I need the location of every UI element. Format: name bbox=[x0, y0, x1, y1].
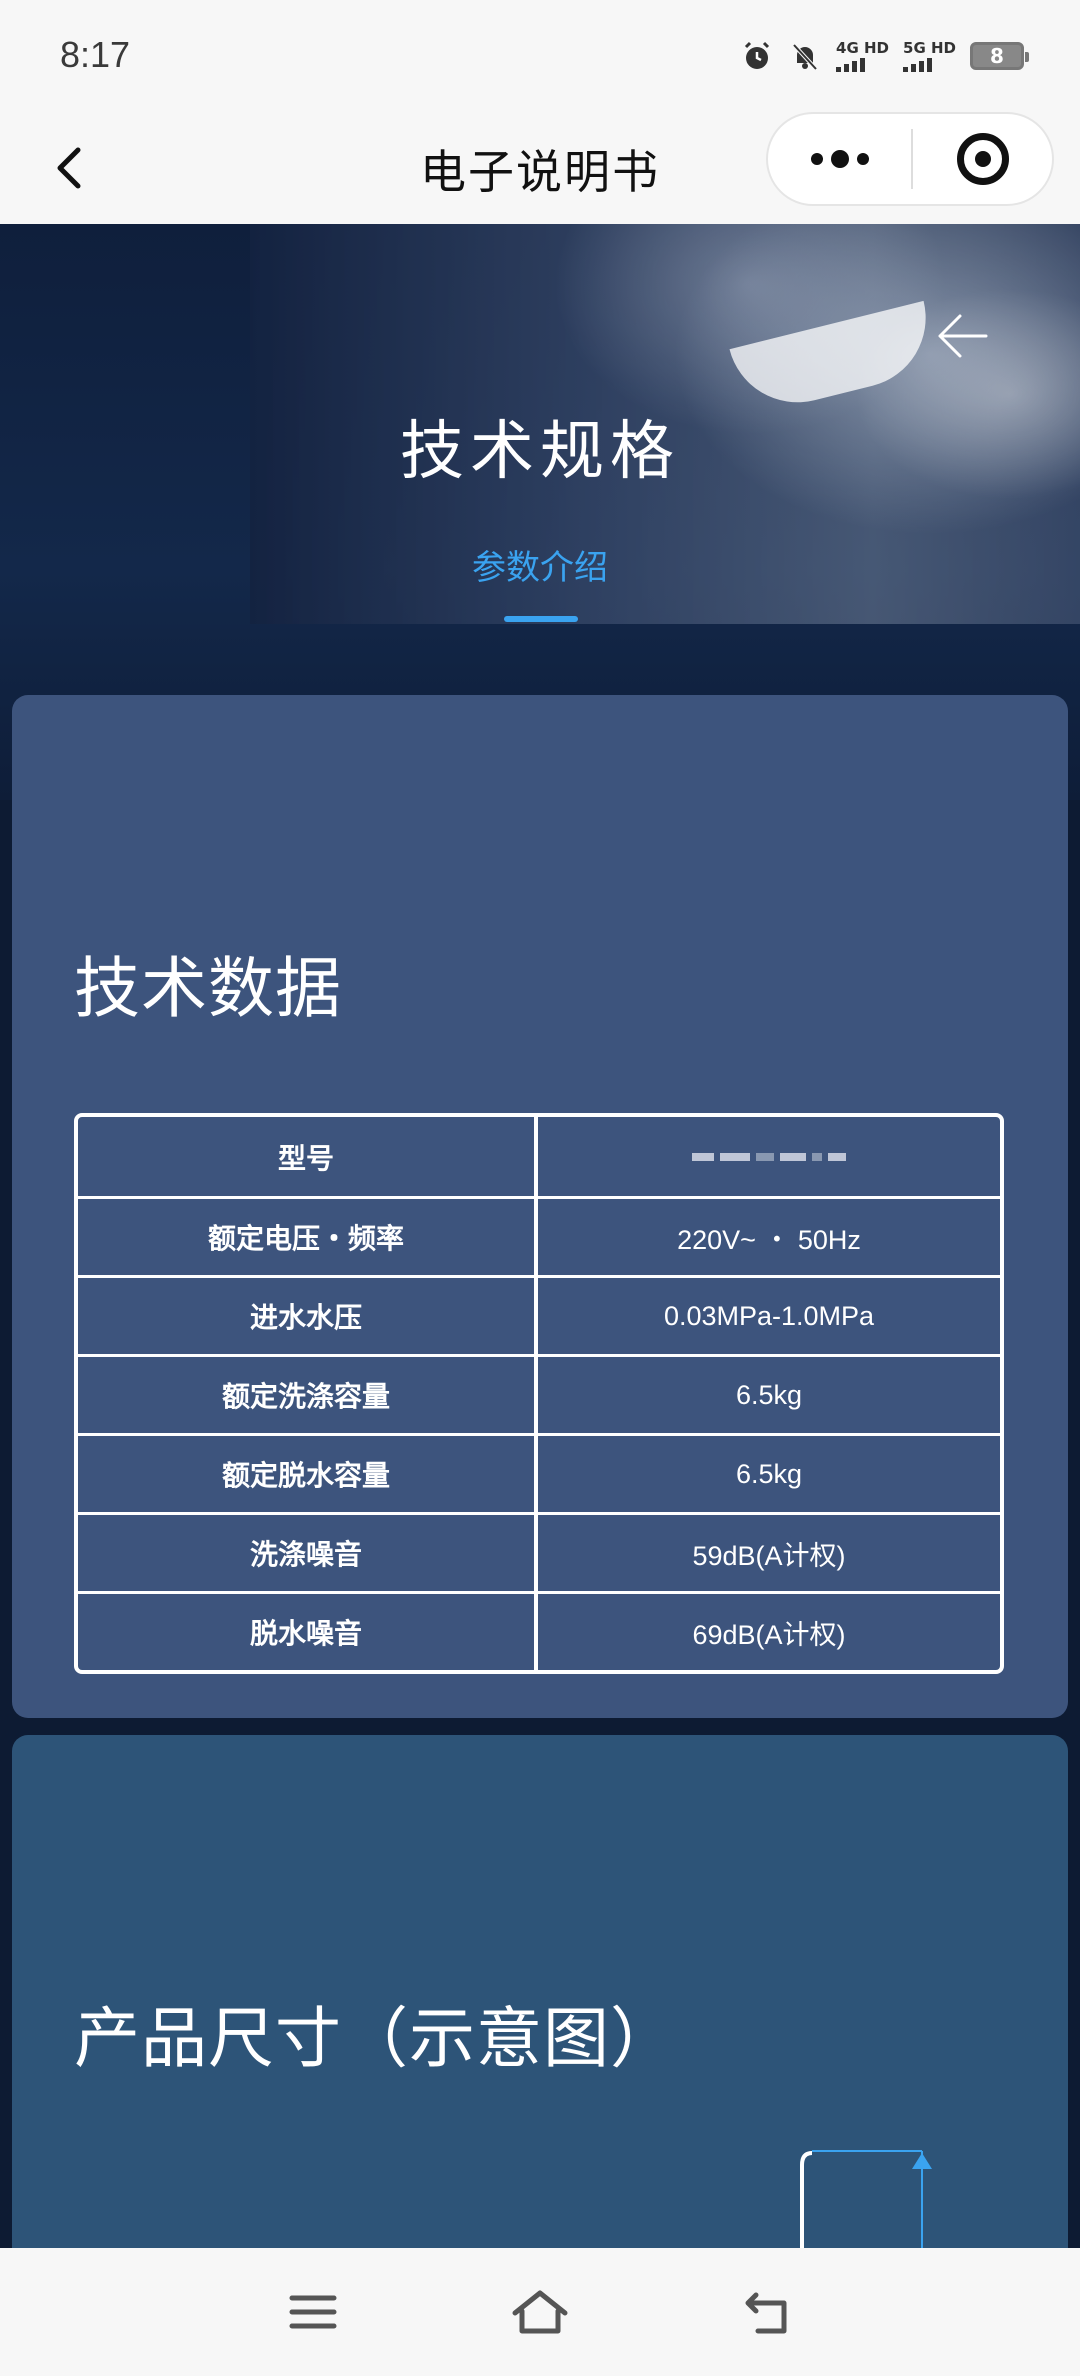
alarm-icon bbox=[744, 41, 770, 69]
spec-value: 220V~ ・ 50Hz bbox=[677, 1224, 861, 1255]
signal-bars-icon bbox=[836, 56, 866, 72]
status-time: 8:17 bbox=[60, 34, 131, 75]
spec-value: 6.5kg bbox=[735, 1458, 803, 1489]
return-button[interactable] bbox=[732, 2277, 802, 2347]
spec-label: 型号 bbox=[78, 1117, 538, 1196]
spec-label: 脱水噪音 bbox=[78, 1594, 538, 1670]
tab-params[interactable]: 参数介绍 bbox=[0, 540, 1080, 589]
return-icon bbox=[745, 2292, 787, 2334]
table-row: 额定洗涤容量 6.5kg bbox=[78, 1354, 1000, 1433]
battery-icon: 8 bbox=[970, 42, 1029, 70]
table-row: 型号 bbox=[78, 1117, 1000, 1196]
spec-value: 69dB(A计权) bbox=[692, 1619, 846, 1650]
spec-value: 59dB(A计权) bbox=[692, 1540, 846, 1571]
redacted-model-value bbox=[692, 1147, 846, 1167]
spec-table: 型号 额定电压・频率 220V~ ・ 50Hz 进水水压 0.03MPa-1.0… bbox=[74, 1113, 1004, 1674]
signal-bars-icon bbox=[903, 56, 933, 72]
table-row: 进水水压 0.03MPa-1.0MPa bbox=[78, 1275, 1000, 1354]
miniprogram-capsule bbox=[766, 112, 1054, 206]
spec-value: 0.03MPa-1.0MPa bbox=[663, 1300, 875, 1331]
tab-params-underline bbox=[504, 616, 578, 622]
more-icon bbox=[810, 153, 823, 165]
hero-back-arrow-icon[interactable] bbox=[930, 304, 994, 368]
status-bar: 8:17 4G HD 5G HD 8 bbox=[0, 0, 1080, 112]
home-icon bbox=[512, 2290, 568, 2334]
battery-level: 8 bbox=[990, 44, 1004, 68]
menu-icon bbox=[289, 2295, 337, 2329]
table-row: 洗涤噪音 59dB(A计权) bbox=[78, 1512, 1000, 1591]
title-bar: 电子说明书 bbox=[0, 112, 1080, 224]
more-button[interactable] bbox=[768, 114, 911, 204]
spec-label: 进水水压 bbox=[78, 1278, 538, 1354]
signal-5g-label: 5G HD bbox=[903, 39, 956, 57]
close-button[interactable] bbox=[913, 114, 1052, 204]
close-target-icon bbox=[956, 133, 1009, 185]
dimension-card-title: 产品尺寸（示意图） bbox=[74, 2000, 677, 2077]
signal-5g: 5G HD bbox=[903, 40, 956, 72]
system-nav-bar bbox=[0, 2248, 1080, 2376]
signal-4g-label: 4G HD bbox=[836, 39, 890, 57]
spec-label: 洗涤噪音 bbox=[78, 1515, 538, 1591]
table-row: 额定脱水容量 6.5kg bbox=[78, 1433, 1000, 1512]
menu-button[interactable] bbox=[278, 2277, 348, 2347]
spec-card-title: 技术数据 bbox=[74, 950, 342, 1027]
hero-title: 技术规格 bbox=[400, 415, 680, 489]
mute-bell-icon bbox=[792, 43, 818, 71]
spec-label: 额定电压・频率 bbox=[78, 1199, 538, 1275]
spec-label: 额定洗涤容量 bbox=[78, 1357, 538, 1433]
table-row: 脱水噪音 69dB(A计权) bbox=[78, 1591, 1000, 1670]
spec-value: 6.5kg bbox=[735, 1379, 803, 1410]
spec-value-model bbox=[538, 1117, 1000, 1196]
home-button[interactable] bbox=[505, 2277, 575, 2347]
status-icons: 4G HD 5G HD 8 bbox=[740, 36, 1029, 76]
table-row: 额定电压・频率 220V~ ・ 50Hz bbox=[78, 1196, 1000, 1275]
spec-label: 额定脱水容量 bbox=[78, 1436, 538, 1512]
signal-4g: 4G HD bbox=[836, 40, 889, 72]
spec-card: 技术数据 型号 额定电压・频率 220V~ ・ 50Hz 进水水压 0.03MP… bbox=[12, 695, 1068, 1718]
